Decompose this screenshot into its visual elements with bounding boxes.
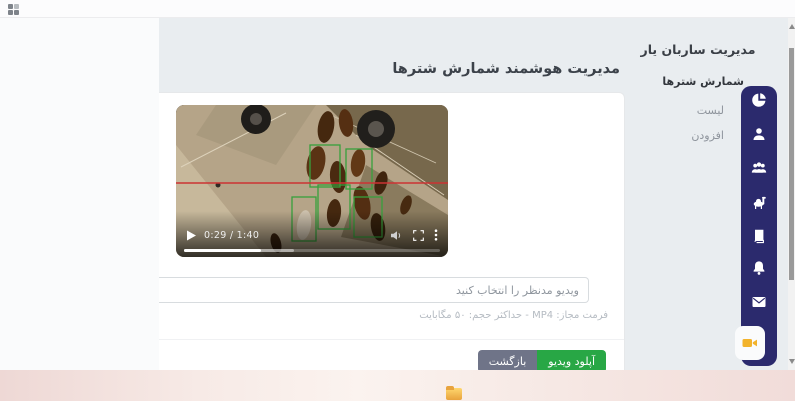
more-options-icon[interactable] bbox=[434, 229, 438, 241]
apps-grid-icon[interactable] bbox=[8, 4, 19, 15]
video-progress-bar[interactable] bbox=[184, 249, 440, 252]
video-time: 0:29 / 1:40 bbox=[204, 229, 260, 241]
sidebar-icon-rail bbox=[735, 86, 777, 366]
fullscreen-icon[interactable] bbox=[413, 229, 424, 241]
sidebar bbox=[0, 18, 159, 370]
video-camera-icon-active[interactable] bbox=[742, 335, 758, 351]
sidebar-section-counting[interactable]: شمارش شترها bbox=[662, 75, 744, 88]
mail-icon[interactable] bbox=[751, 294, 767, 310]
scroll-up-arrow[interactable] bbox=[789, 24, 795, 29]
book-icon[interactable] bbox=[751, 228, 767, 244]
sidebar-item-add[interactable]: افزودن bbox=[691, 129, 724, 142]
app-background: مدیریت هوشمند شمارش شترها 0:29 / 1:40 وی… bbox=[0, 18, 795, 378]
video-player[interactable]: 0:29 / 1:40 bbox=[176, 105, 448, 257]
users-icon[interactable] bbox=[751, 160, 767, 176]
file-format-hint: فرمت مجاز: MP4 - حداکثر حجم: ۵۰ مگابایت bbox=[419, 310, 608, 321]
page-title: مدیریت هوشمند شمارش شترها bbox=[392, 61, 620, 77]
video-played bbox=[184, 249, 261, 252]
camel-icon[interactable] bbox=[751, 194, 767, 210]
sidebar-title: مدیریت ساربان یار bbox=[640, 42, 756, 57]
pie-chart-icon[interactable] bbox=[751, 92, 767, 108]
browser-top-strip bbox=[0, 0, 795, 18]
video-controls: 0:29 / 1:40 bbox=[176, 211, 448, 257]
bell-icon[interactable] bbox=[751, 260, 767, 276]
windows-taskbar: Search Ps P فا FA 12:18 PM 1/23/2026 10 bbox=[0, 370, 795, 401]
sidebar-item-list[interactable]: لیست bbox=[697, 104, 724, 117]
file-explorer-icon[interactable] bbox=[446, 386, 462, 400]
volume-icon[interactable] bbox=[391, 230, 403, 241]
page-scrollbar[interactable] bbox=[788, 18, 795, 370]
play-icon[interactable] bbox=[186, 230, 196, 241]
user-icon[interactable] bbox=[751, 126, 767, 142]
scrollbar-thumb[interactable] bbox=[789, 48, 794, 280]
scroll-down-arrow[interactable] bbox=[789, 359, 795, 364]
